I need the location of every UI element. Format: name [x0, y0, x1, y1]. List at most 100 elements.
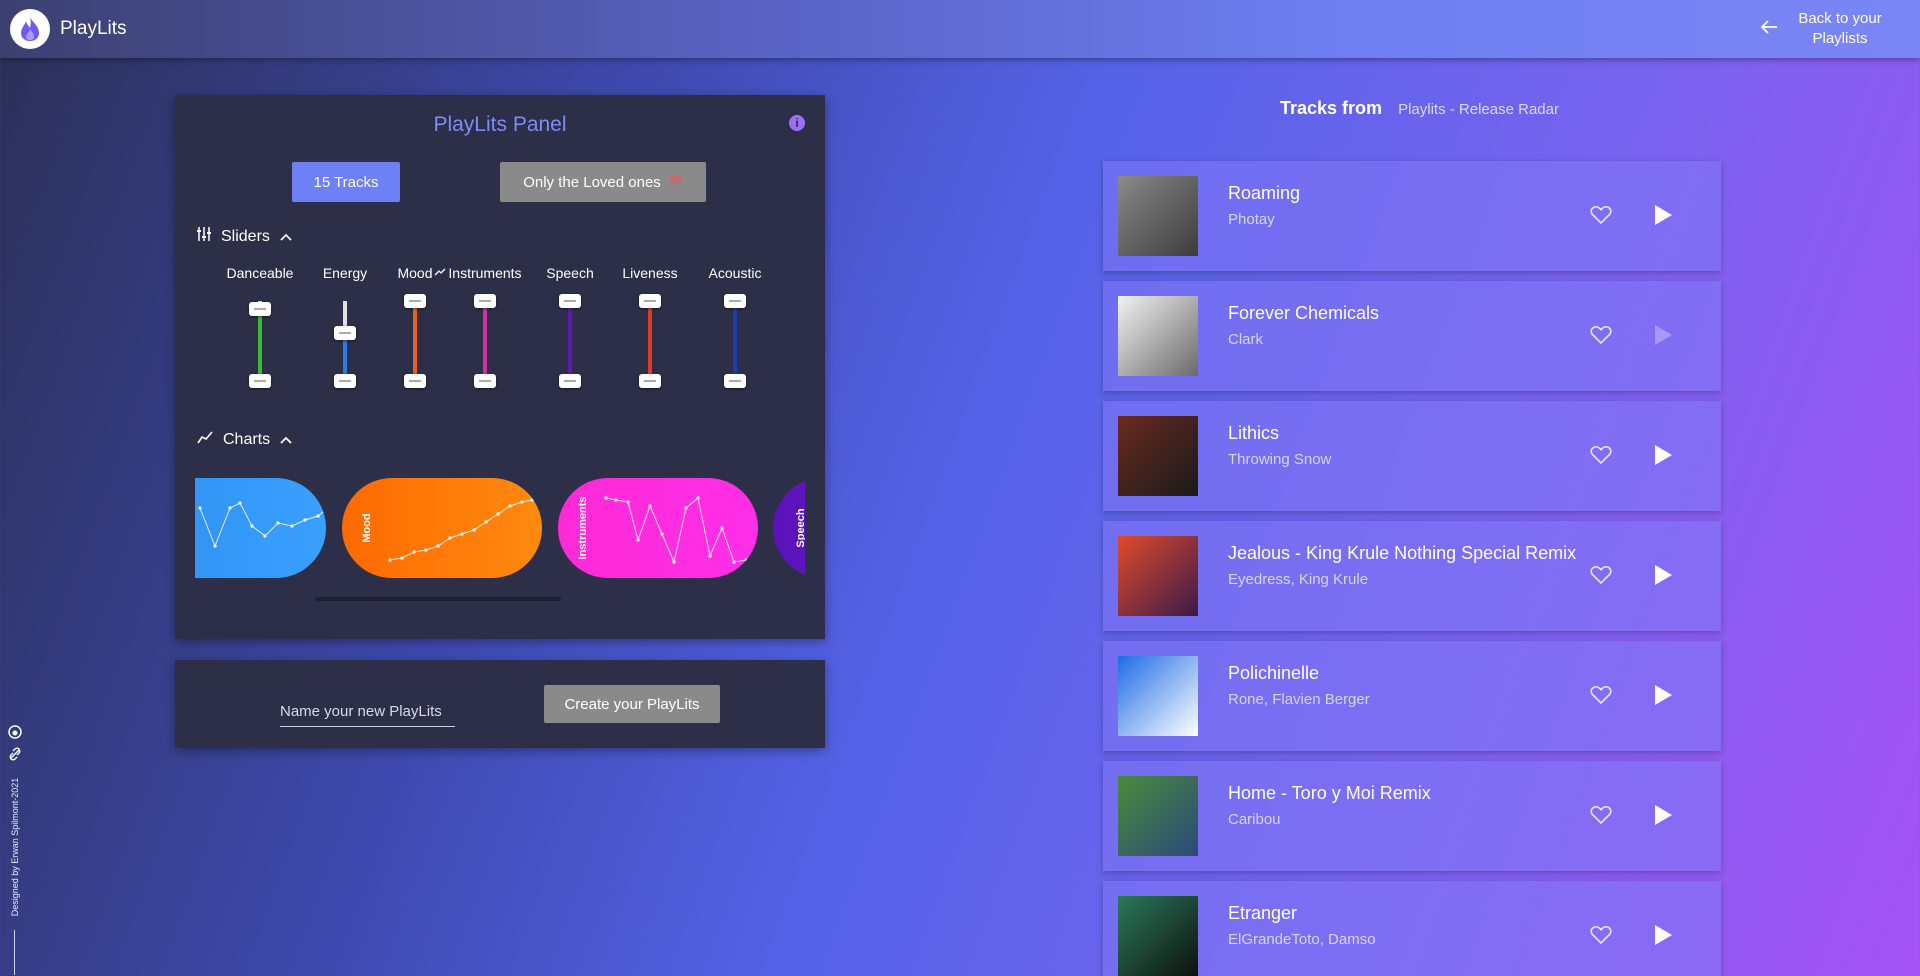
playlist-name-input[interactable]	[280, 697, 455, 727]
heart-icon[interactable]	[1590, 445, 1612, 470]
chevron-up-icon	[280, 228, 292, 246]
slider-min-handle[interactable]	[474, 374, 496, 388]
sparkline-point	[460, 532, 464, 536]
track-title: Polichinelle	[1228, 663, 1320, 683]
track-card[interactable]: Jealous - King Krule Nothing Special Rem…	[1103, 521, 1721, 631]
chevron-up-icon	[280, 431, 292, 449]
github-icon[interactable]	[8, 725, 22, 744]
slider-max-handle[interactable]	[639, 294, 661, 308]
track-card[interactable]: Forever Chemicals Clark	[1103, 281, 1721, 391]
play-icon[interactable]	[1653, 564, 1673, 591]
slider-range-fill	[413, 301, 417, 381]
sparkline-line	[389, 499, 533, 561]
only-loved-button[interactable]: Only the Loved ones	[500, 162, 706, 202]
sliders-section-toggle[interactable]: Sliders	[197, 226, 292, 247]
slider-instruments[interactable]: Instruments	[445, 265, 525, 395]
play-icon[interactable]	[1653, 924, 1673, 951]
slider-range-fill	[733, 301, 737, 381]
arrow-left-icon	[1760, 19, 1778, 40]
slider-min-handle[interactable]	[249, 374, 271, 388]
track-card[interactable]: Etranger ElGrandeToto, Damso	[1103, 881, 1721, 976]
link-icon[interactable]	[8, 747, 22, 766]
only-loved-label: Only the Loved ones	[523, 173, 661, 191]
album-cover	[1118, 656, 1198, 736]
sparkline-point	[484, 520, 488, 524]
chart-card-mood[interactable]: Mood	[342, 478, 542, 578]
album-cover	[1118, 176, 1198, 256]
credit-sidebar: Designed by Erwan Spilmont-2021	[4, 725, 26, 975]
play-icon[interactable]	[1653, 324, 1673, 351]
slider-range-fill	[648, 301, 652, 381]
create-playlist-button[interactable]: Create your PlayLits	[544, 685, 720, 723]
chart-sparkline	[198, 501, 326, 548]
sparkline-point	[530, 498, 534, 502]
sparkline-point	[520, 500, 524, 504]
slider-mood[interactable]: Mood	[375, 265, 455, 395]
slider-min-handle[interactable]	[559, 374, 581, 388]
charts-scrollbar[interactable]	[315, 597, 561, 601]
slider-min-handle[interactable]	[724, 374, 746, 388]
tracks-header: Tracks from Playlits - Release Radar	[1280, 98, 1559, 119]
slider-acoustic[interactable]: Acoustic	[695, 265, 775, 395]
heart-icon[interactable]	[1590, 205, 1612, 230]
sparkline-point	[472, 528, 476, 532]
charts-carousel[interactable]: Mood Instruments Speech	[195, 478, 805, 583]
sparkline-point	[614, 498, 618, 502]
slider-max-handle[interactable]	[334, 326, 356, 340]
slider-max-handle[interactable]	[724, 294, 746, 308]
sparkline-point	[696, 496, 700, 500]
slider-danceable[interactable]: Danceable	[220, 265, 300, 395]
heart-icon[interactable]	[1590, 565, 1612, 590]
slider-range-fill	[258, 309, 262, 381]
play-icon[interactable]	[1653, 804, 1673, 831]
track-card[interactable]: Polichinelle Rone, Flavien Berger	[1103, 641, 1721, 751]
app-logo-icon[interactable]	[10, 9, 50, 49]
track-title: Etranger	[1228, 903, 1298, 923]
tracks-from-label: Tracks from	[1280, 98, 1383, 118]
play-icon[interactable]	[1653, 684, 1673, 711]
sparkline-point	[198, 506, 202, 510]
sparkline-point	[732, 560, 736, 564]
slider-min-handle[interactable]	[404, 374, 426, 388]
chart-label: Instruments	[577, 496, 589, 560]
info-icon[interactable]: i	[789, 115, 805, 131]
panel-title: PlayLits Panel	[433, 113, 567, 136]
heart-icon[interactable]	[1590, 925, 1612, 950]
slider-label: Acoustic	[708, 265, 762, 281]
play-icon[interactable]	[1653, 204, 1673, 231]
slider-min-handle[interactable]	[639, 374, 661, 388]
slider-speech[interactable]: Speech	[530, 265, 610, 395]
chart-card-instruments[interactable]: Instruments	[558, 478, 758, 578]
slider-max-handle[interactable]	[249, 302, 271, 316]
app-title[interactable]: PlayLits	[60, 18, 127, 40]
track-artist: Eyedress, King Krule	[1228, 571, 1369, 588]
slider-label: Speech	[546, 265, 594, 281]
chart-card-speech[interactable]: Speech	[773, 478, 805, 578]
heart-icon[interactable]	[1590, 805, 1612, 830]
sparkline-point	[250, 524, 254, 528]
slider-energy[interactable]: Energy	[305, 265, 385, 395]
slider-label: Danceable	[226, 265, 294, 281]
album-cover	[1118, 416, 1198, 496]
back-to-playlists-button[interactable]: Back to your Playlists	[1760, 9, 1890, 49]
slider-label: Instruments	[448, 265, 522, 281]
track-card[interactable]: Home - Toro y Moi Remix Caribou	[1103, 761, 1721, 871]
chart-card-danceable[interactable]	[195, 478, 326, 578]
slider-liveness[interactable]: Liveness	[610, 265, 690, 395]
sparkline-point	[672, 560, 676, 564]
slider-max-handle[interactable]	[474, 294, 496, 308]
track-card[interactable]: Roaming Photay	[1103, 161, 1721, 271]
sparkline-point	[213, 544, 217, 548]
track-card[interactable]: Lithics Throwing Snow	[1103, 401, 1721, 511]
slider-max-handle[interactable]	[559, 294, 581, 308]
slider-max-handle[interactable]	[404, 294, 426, 308]
track-title: Jealous - King Krule Nothing Special Rem…	[1228, 543, 1577, 563]
heart-icon[interactable]	[1590, 325, 1612, 350]
slider-min-handle[interactable]	[334, 374, 356, 388]
tracks-count-button[interactable]: 15 Tracks	[292, 162, 400, 202]
sparkline-point	[648, 504, 652, 508]
charts-section-toggle[interactable]: Charts	[197, 430, 292, 449]
sparkline-point	[228, 506, 232, 510]
heart-icon[interactable]	[1590, 685, 1612, 710]
play-icon[interactable]	[1653, 444, 1673, 471]
